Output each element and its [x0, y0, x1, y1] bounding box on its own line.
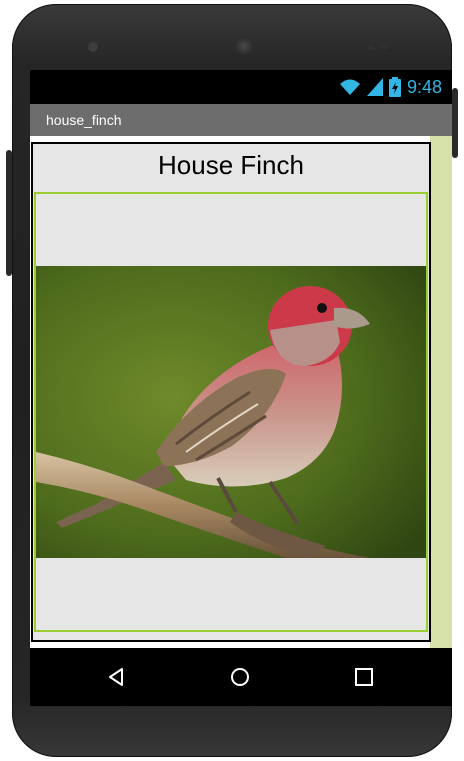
home-icon — [231, 668, 249, 686]
image-container — [34, 192, 428, 632]
navigation-bar — [30, 648, 452, 706]
proximity-sensor — [368, 44, 374, 50]
signal-icon — [366, 78, 383, 96]
clock-time: 9:48 — [406, 76, 442, 97]
screen-arrangement: House Finch — [31, 142, 431, 642]
phone-frame: 9:48 house_finch House Finch — [6, 4, 458, 757]
recents-icon — [355, 668, 373, 686]
app-title-bar: house_finch — [30, 104, 452, 136]
volume-button — [6, 150, 12, 276]
status-bar: 9:48 — [30, 70, 452, 104]
house-finch-image — [36, 266, 426, 558]
front-camera — [88, 42, 98, 52]
status-icons: 9:48 — [339, 76, 442, 98]
side-strip — [430, 136, 452, 648]
back-button[interactable] — [96, 660, 136, 694]
app-title: house_finch — [46, 112, 122, 128]
power-button — [452, 88, 458, 158]
wifi-icon — [339, 79, 360, 95]
app-content: House Finch — [30, 136, 452, 648]
page-title: House Finch — [158, 150, 304, 180]
home-button[interactable] — [220, 660, 260, 694]
device-screen: 9:48 house_finch House Finch — [30, 70, 452, 706]
light-sensor — [382, 44, 388, 50]
recents-button[interactable] — [344, 660, 384, 694]
back-icon — [109, 668, 123, 686]
battery-icon — [388, 77, 401, 97]
earpiece-speaker — [234, 38, 254, 54]
